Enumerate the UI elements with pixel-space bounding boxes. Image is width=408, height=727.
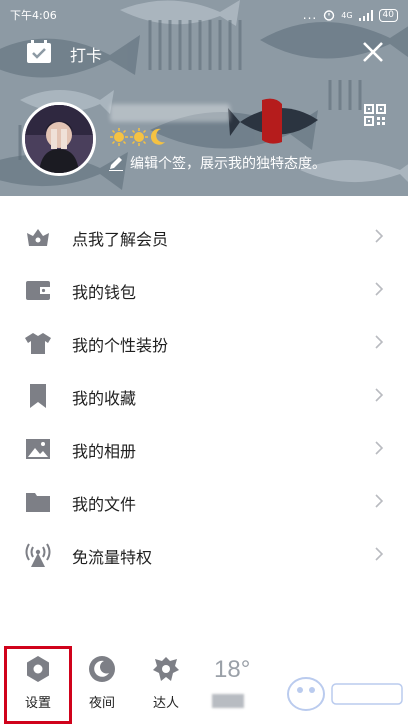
chevron-right-icon [375,547,384,561]
status-time: 下午4:06 [10,9,57,22]
level-badges[interactable] [110,128,166,146]
status-indicators: ... 4G 40 [303,8,398,22]
signal-icon [358,9,373,21]
vip-crown-icon [27,229,49,246]
bookmark-icon [30,384,46,408]
temperature: 18° [214,656,251,683]
menu-item-label: 我的钱包 [72,283,137,302]
menu-item-album[interactable]: 我的相册 [0,422,408,475]
chevron-right-icon [375,494,384,508]
sun-level-icon [130,128,148,146]
status-dots: ... [302,8,318,22]
avatar-image [25,105,93,173]
calendar-check-icon[interactable] [26,40,52,64]
menu-item-favorites[interactable]: 我的收藏 [0,369,408,422]
expert-label: 达人 [152,696,179,711]
night-label: 夜间 [88,696,115,711]
menu-list: 点我了解会员 我的钱包 我的个性装扮 我的收藏 我的相册 我的文件 免流量特权 [0,210,408,581]
avatar[interactable] [22,102,96,176]
menu-item-label: 点我了解会员 [72,230,169,249]
sun-level-icon [110,128,128,146]
expert-badge-icon [153,657,179,681]
close-icon[interactable] [360,39,386,65]
weather-location-blurred [212,694,244,708]
chevron-right-icon [375,388,384,402]
signature-edit[interactable]: 编辑个签，展示我的独特态度。 [108,153,326,173]
expert-button[interactable]: 达人 [136,640,196,720]
chevron-right-icon [375,441,384,455]
settings-highlight-box [4,646,72,724]
free-data-signal-icon [25,543,51,567]
menu-item-label: 我的文件 [72,495,137,514]
menu-item-label: 免流量特权 [72,548,153,567]
menu-item-label: 我的收藏 [72,389,137,408]
signature-text: 编辑个签，展示我的独特态度。 [130,156,326,172]
wallet-icon [26,281,50,300]
menu-item-label: 我的个性装扮 [72,336,169,355]
chevron-right-icon [375,282,384,296]
chevron-right-icon [375,335,384,349]
night-mode-button[interactable]: 夜间 [72,640,132,720]
moon-level-icon [150,128,165,145]
night-moon-icon [89,656,115,682]
photo-album-icon [26,439,50,459]
chevron-right-icon [375,229,384,243]
menu-item-vip[interactable]: 点我了解会员 [0,210,408,263]
menu-item-theme[interactable]: 我的个性装扮 [0,316,408,369]
menu-item-wallet[interactable]: 我的钱包 [0,263,408,316]
watermark-logo [287,677,403,711]
menu-item-free-data[interactable]: 免流量特权 [0,528,408,581]
tshirt-icon [25,333,51,354]
folder-icon [26,493,50,512]
status-bar: 下午4:06 ... 4G 40 [0,0,408,30]
pencil-icon [109,157,123,171]
menu-item-label: 我的相册 [72,442,137,461]
network-type: 4G [341,10,353,20]
profile-header: 下午4:06 ... 4G 40 打卡 编辑个签，展示我的独特态度。 [0,0,408,196]
qq-drawer-menu: 下午4:06 ... 4G 40 打卡 编辑个签，展示我的独特态度。 点我了解会… [0,0,408,727]
alarm-icon [324,10,335,21]
menu-item-files[interactable]: 我的文件 [0,475,408,528]
header-top-row: 打卡 [0,36,408,68]
qr-code-icon[interactable] [364,104,386,126]
checkin-label[interactable]: 打卡 [70,42,102,66]
weather-widget[interactable]: 18° [208,656,268,716]
bottom-toolbar: 设置 夜间 达人 18° [0,640,408,727]
battery-level: 40 [378,8,398,22]
nickname-blurred [110,104,230,122]
